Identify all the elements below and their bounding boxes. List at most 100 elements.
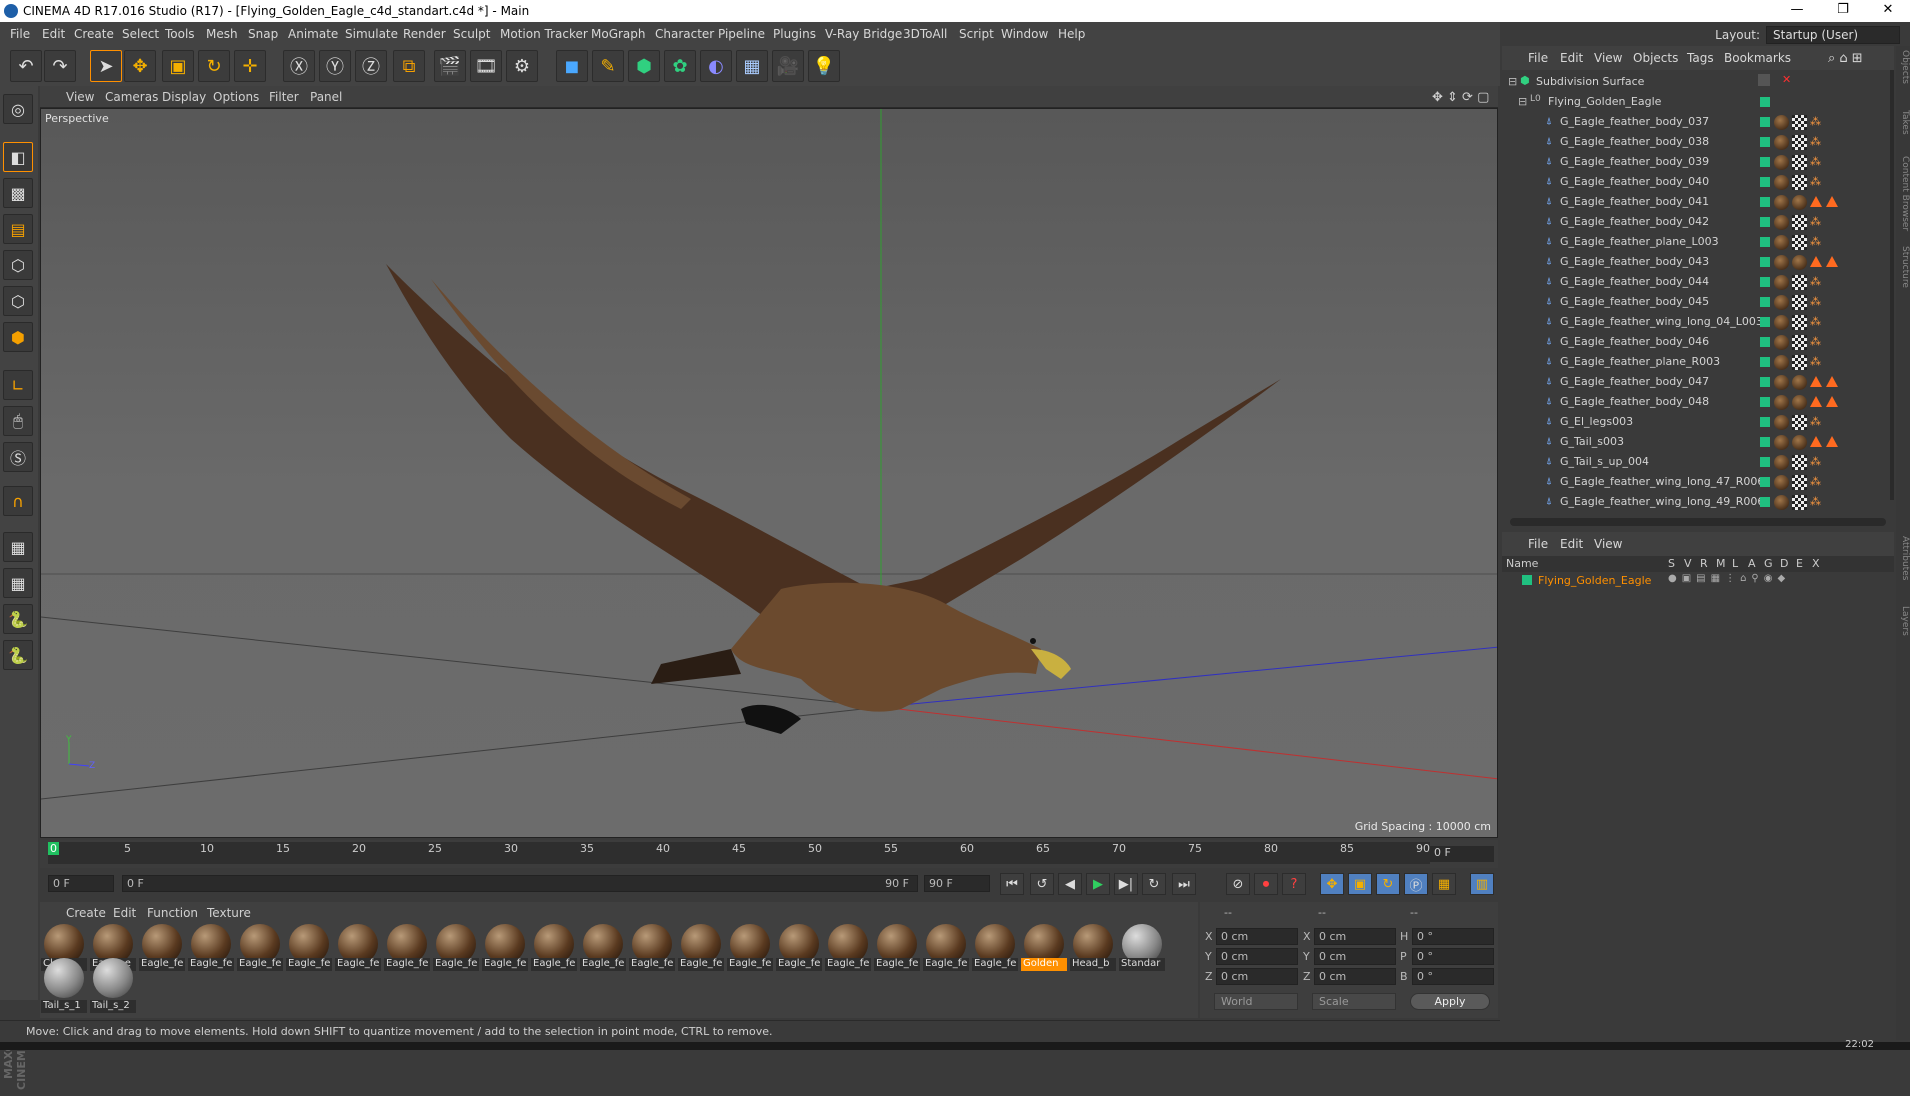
- menu-plugins[interactable]: Plugins: [773, 27, 816, 41]
- live-select-icon[interactable]: ✛: [234, 50, 266, 82]
- menu-script[interactable]: Script: [959, 27, 994, 41]
- axis-mode-icon[interactable]: ∟: [3, 370, 33, 400]
- texture-tag-icon[interactable]: [1792, 155, 1807, 170]
- rotate-icon[interactable]: ↻: [198, 50, 230, 82]
- menu-vray-bridge[interactable]: V-Ray Bridge: [825, 27, 902, 41]
- tab-takes[interactable]: Takes: [1896, 110, 1910, 135]
- move-icon[interactable]: ✥: [124, 50, 156, 82]
- python-2-icon[interactable]: 🐍: [3, 640, 33, 670]
- object-row[interactable]: ⍋ G_Eagle_feather_body_042 ⁂: [1502, 212, 1882, 232]
- warning-tag-icon[interactable]: [1810, 436, 1822, 447]
- warning-tag-icon[interactable]: [1810, 196, 1822, 207]
- size-x-field[interactable]: 0 cm: [1314, 928, 1396, 945]
- material-tag-icon[interactable]: [1774, 175, 1789, 190]
- pos-y-field[interactable]: 0 cm: [1216, 948, 1298, 965]
- material-swatch[interactable]: Eagle_fe: [972, 924, 1018, 971]
- material-tag-icon[interactable]: [1792, 195, 1807, 210]
- vp-menu-display[interactable]: Display: [162, 90, 206, 104]
- snap-magnet-icon[interactable]: ∩: [3, 486, 33, 516]
- texture-tag-icon[interactable]: [1792, 455, 1807, 470]
- menu-motion-tracker[interactable]: Motion Tracker: [500, 27, 588, 41]
- obj-menu-bookmarks[interactable]: Bookmarks: [1724, 51, 1791, 65]
- current-frame-field[interactable]: 0 F: [48, 875, 114, 892]
- minimize-button[interactable]: —: [1775, 2, 1819, 17]
- material-swatch[interactable]: Eagle_fe: [286, 924, 332, 971]
- warning-tag-icon[interactable]: [1810, 376, 1822, 387]
- selection-tag-icon[interactable]: ⁂: [1810, 235, 1821, 248]
- warning-tag-icon[interactable]: [1810, 256, 1822, 267]
- layer-menu-view[interactable]: View: [1594, 537, 1622, 551]
- material-swatch[interactable]: Eagle_fe: [776, 924, 822, 971]
- model-mode-icon[interactable]: ◧: [3, 142, 33, 172]
- mat-menu-edit[interactable]: Edit: [113, 906, 136, 920]
- material-swatch[interactable]: Eagle_fe: [188, 924, 234, 971]
- menu-mesh[interactable]: Mesh: [206, 27, 238, 41]
- timeline-ruler[interactable]: 0 5 10 15 20 25 30 35 40 45 50 55 60 65 …: [40, 840, 1498, 868]
- disable-x-icon[interactable]: ✕: [1782, 73, 1791, 86]
- prev-key-icon[interactable]: ↺: [1030, 873, 1054, 895]
- material-tag-icon[interactable]: [1774, 335, 1789, 350]
- menu-tools[interactable]: Tools: [165, 27, 195, 41]
- object-row-root[interactable]: ⊟ ⬢ Subdivision Surface ✕: [1502, 72, 1882, 92]
- object-row[interactable]: ⍋ G_Eagle_feather_body_041: [1502, 192, 1882, 212]
- maximize-button[interactable]: ❐: [1821, 2, 1865, 17]
- material-tag-icon[interactable]: [1774, 195, 1789, 210]
- vp-menu-options[interactable]: Options: [213, 90, 259, 104]
- object-scrollbar[interactable]: [1890, 70, 1894, 500]
- object-row[interactable]: ⍋ G_Eagle_feather_body_043: [1502, 252, 1882, 272]
- selection-tag-icon[interactable]: ⁂: [1810, 475, 1821, 488]
- warning-tag-icon[interactable]: [1810, 396, 1822, 407]
- texture-tag-icon[interactable]: [1792, 315, 1807, 330]
- object-row[interactable]: ⍋ G_Eagle_feather_body_040 ⁂: [1502, 172, 1882, 192]
- menu-select[interactable]: Select: [122, 27, 159, 41]
- object-row[interactable]: ⍋ G_Eagle_feather_wing_long_49_R006 ⁂: [1502, 492, 1882, 512]
- timeline-layout-icon[interactable]: ▥: [1470, 873, 1494, 895]
- texture-tag-icon[interactable]: [1792, 415, 1807, 430]
- goto-start-icon[interactable]: ⏮: [1000, 873, 1024, 895]
- object-row[interactable]: ⍋ G_Tail_s003: [1502, 432, 1882, 452]
- obj-menu-tags[interactable]: Tags: [1687, 51, 1714, 65]
- material-tag-icon[interactable]: [1774, 135, 1789, 150]
- material-swatch[interactable]: Eagle_fe: [482, 924, 528, 971]
- key-pla-icon[interactable]: ▦: [1432, 873, 1456, 895]
- coord-mode-dropdown[interactable]: World: [1214, 993, 1298, 1010]
- solo-icon[interactable]: Ⓢ: [3, 442, 33, 472]
- scale-icon[interactable]: ▣: [162, 50, 194, 82]
- selection-tag-icon[interactable]: ⁂: [1810, 455, 1821, 468]
- material-swatch[interactable]: Eagle_fe: [384, 924, 430, 971]
- key-scale-icon[interactable]: ▣: [1348, 873, 1372, 895]
- obj-menu-edit[interactable]: Edit: [1560, 51, 1583, 65]
- material-tag-icon[interactable]: [1774, 315, 1789, 330]
- collapse-icon[interactable]: ⊟: [1508, 75, 1517, 88]
- texture-tag-icon[interactable]: [1792, 275, 1807, 290]
- material-tag-icon[interactable]: [1774, 215, 1789, 230]
- deformer-icon[interactable]: ◐: [700, 50, 732, 82]
- obj-menu-objects[interactable]: Objects: [1633, 51, 1678, 65]
- material-swatch[interactable]: Eagle_fe: [727, 924, 773, 971]
- cube-icon[interactable]: ◼: [556, 50, 588, 82]
- edges-mode-icon[interactable]: ⬡: [3, 286, 33, 316]
- obj-search-nav-icons[interactable]: ⌕ ⌂ ⊞: [1828, 51, 1863, 66]
- menu-3dtoall[interactable]: 3DToAll: [903, 27, 947, 41]
- object-row[interactable]: ⍋ G_Eagle_feather_body_048: [1502, 392, 1882, 412]
- material-tag-icon[interactable]: [1792, 375, 1807, 390]
- texture-tag-icon[interactable]: [1792, 175, 1807, 190]
- object-row[interactable]: ⍋ G_Eagle_feather_body_039 ⁂: [1502, 152, 1882, 172]
- z-axis-icon[interactable]: Ⓩ: [355, 50, 387, 82]
- goto-end-icon[interactable]: ⏭: [1172, 873, 1196, 895]
- material-swatch[interactable]: Head_b: [1070, 924, 1116, 971]
- texture-tag-icon[interactable]: [1792, 115, 1807, 130]
- vp-menu-panel[interactable]: Panel: [310, 90, 342, 104]
- material-swatch[interactable]: Eagle_fe: [433, 924, 479, 971]
- texture-tag-icon[interactable]: [1792, 475, 1807, 490]
- menu-create[interactable]: Create: [74, 27, 114, 41]
- vp-menu-view[interactable]: View: [66, 90, 94, 104]
- material-tag-icon[interactable]: [1774, 355, 1789, 370]
- timeline-strip[interactable]: 0 5 10 15 20 25 30 35 40 45 50 55 60 65 …: [48, 842, 1430, 864]
- material-tag-icon[interactable]: [1774, 395, 1789, 410]
- selection-tag-icon[interactable]: ⁂: [1810, 315, 1821, 328]
- material-tag-icon[interactable]: [1774, 255, 1789, 270]
- mat-menu-texture[interactable]: Texture: [207, 906, 251, 920]
- record-icon[interactable]: ⏺: [1254, 873, 1278, 895]
- texture-tag-icon[interactable]: [1792, 215, 1807, 230]
